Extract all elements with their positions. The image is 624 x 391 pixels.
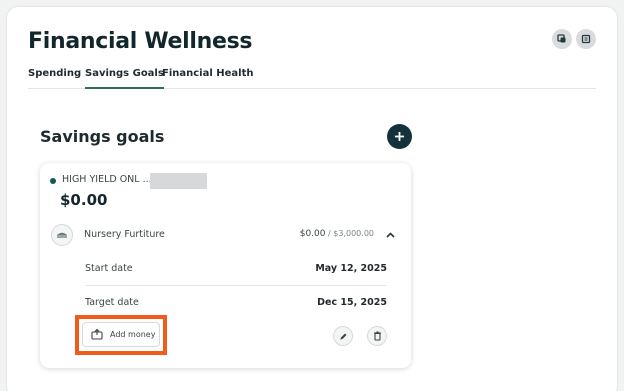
section-title: Savings goals: [40, 127, 165, 146]
trash-icon: [373, 331, 381, 341]
crib-icon: [51, 224, 73, 246]
plus-icon: [395, 132, 404, 141]
divider: [85, 285, 387, 286]
account-balance: $0.00: [60, 191, 108, 209]
add-money-button[interactable]: Add money: [82, 322, 160, 347]
copy-icon: [557, 34, 566, 43]
target-date-label: Target date: [85, 297, 139, 308]
collapse-goal-button[interactable]: [384, 229, 396, 241]
duplicate-icon: [581, 34, 591, 44]
target-date-value: Dec 15, 2025: [317, 297, 387, 308]
goal-saved-amount: $0.00: [299, 229, 326, 239]
tab-savings-goals[interactable]: Savings Goals: [85, 68, 164, 89]
start-date-value: May 12, 2025: [315, 263, 387, 274]
delete-goal-button[interactable]: [367, 326, 387, 346]
tab-financial-health[interactable]: Financial Health: [162, 68, 253, 89]
page-title: Financial Wellness: [28, 29, 253, 54]
start-date-label: Start date: [85, 263, 133, 274]
goal-progress: $0.00 / $3,000.00: [300, 229, 374, 239]
copy-button[interactable]: [552, 29, 572, 49]
add-money-icon: [91, 329, 103, 340]
tab-spending[interactable]: Spending: [28, 68, 81, 89]
goal-name: Nursery Furtiture: [84, 229, 165, 240]
chevron-up-icon: [385, 232, 395, 238]
account-status-dot: [50, 178, 56, 184]
savings-goal-card: HIGH YIELD ONL ... $0.00 Nursery Furtitu…: [40, 163, 411, 368]
account-name: HIGH YIELD ONL ...: [62, 174, 152, 185]
goal-target-amount: $3,000.00: [333, 229, 374, 238]
masked-account-number: [150, 173, 207, 189]
edit-goal-button[interactable]: [333, 326, 353, 346]
pencil-icon: [340, 333, 346, 339]
add-goal-button[interactable]: [387, 124, 412, 149]
tab-bar: Spending Savings Goals Financial Health: [28, 68, 596, 89]
add-money-label: Add money: [110, 330, 156, 339]
duplicate-button[interactable]: [576, 29, 596, 49]
